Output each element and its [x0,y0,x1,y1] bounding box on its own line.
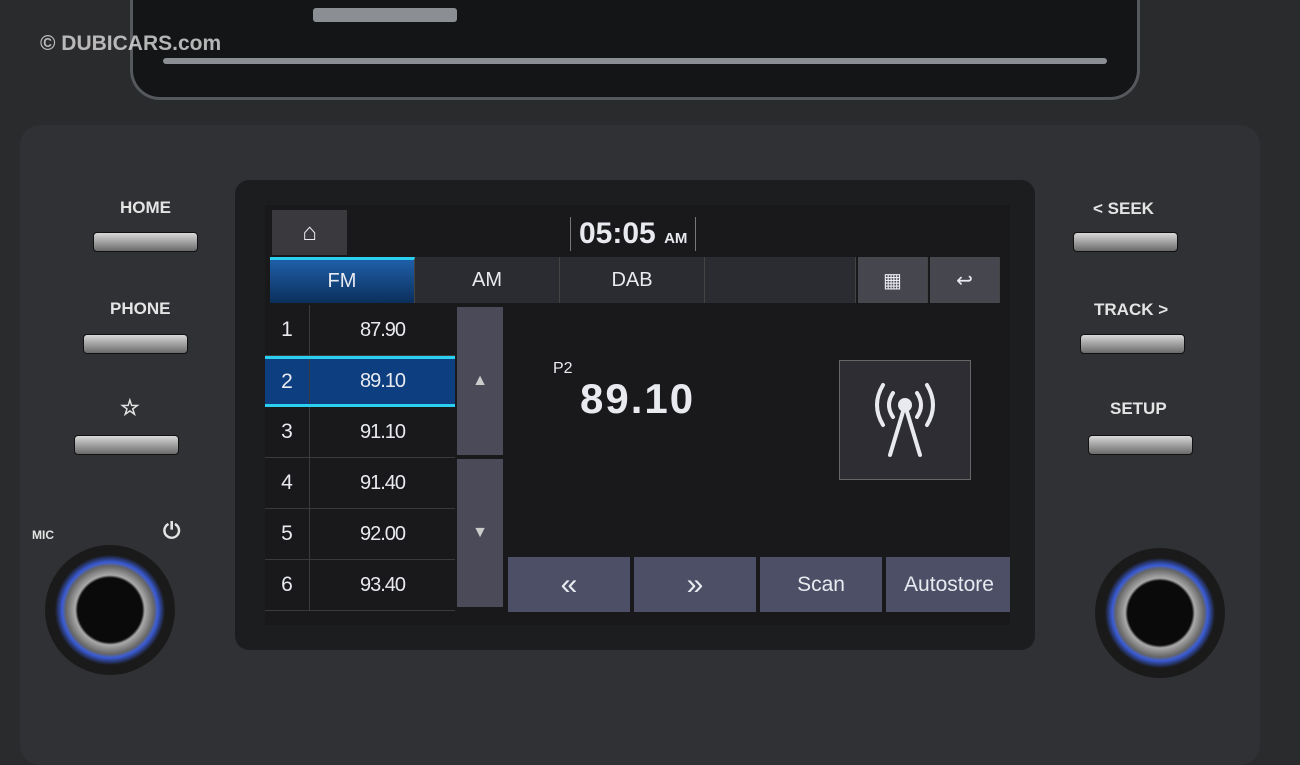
preset-frequency: 87.90 [359,318,406,341]
star-icon: ☆ [120,395,140,420]
radio-screen: ⌂ 05:05 AM FM AM DAB ▦ ↩ 1 87.90 2 89.10 3… [265,205,1010,625]
mic-label: MIC [32,528,54,542]
clock-time: 05:05 [579,217,656,250]
home-label: HOME [120,198,171,217]
preset-item[interactable]: 6 93.40 [265,560,455,611]
preset-number: 2 [265,359,310,404]
tab-am[interactable]: AM [415,257,560,303]
watermark: © DUBICARS.com [40,32,222,55]
seek-label: < SEEK [1093,199,1154,218]
tab-fm[interactable]: FM [270,257,415,303]
preset-frequency: 91.10 [359,420,406,443]
phone-hard-button[interactable] [83,334,188,354]
current-frequency: 89.10 [580,375,696,422]
preset-item[interactable]: 5 92.00 [265,509,455,560]
preset-number: 4 [265,458,310,508]
home-hard-button[interactable] [93,232,198,252]
favorite-hard-button[interactable] [74,435,179,455]
volume-knob[interactable] [45,545,175,675]
preset-label: P2 [553,360,573,377]
home-icon[interactable]: ⌂ [272,210,347,255]
autostore-button[interactable]: Autostore [886,557,1010,612]
scroll-down-button[interactable]: ▼ [457,459,503,607]
preset-number: 6 [265,560,310,610]
setup-hard-button[interactable] [1088,435,1193,455]
preset-frequency: 92.00 [359,522,406,545]
preset-item[interactable]: 1 87.90 [265,305,455,356]
tab-dab[interactable]: DAB [560,257,705,303]
antenna-icon [839,360,971,480]
preset-frequency: 91.40 [359,471,406,494]
track-hard-button[interactable] [1080,334,1185,354]
preset-frequency: 89.10 [359,370,406,392]
preset-frequency: 93.40 [359,573,406,596]
clock: 05:05 AM [570,217,697,251]
preset-list: 1 87.90 2 89.10 3 91.10 4 91.40 5 92.00 6 93.4… [265,305,455,611]
grid-menu-icon[interactable]: ▦ [858,257,928,303]
preset-number: 5 [265,509,310,559]
seek-back-button[interactable]: « [508,557,630,612]
power-icon: ⏻ [163,518,181,543]
tab-spacer [705,257,856,303]
scan-button[interactable]: Scan [760,557,882,612]
preset-item[interactable]: 3 91.10 [265,407,455,458]
tune-knob[interactable] [1095,548,1225,678]
seek-forward-button[interactable]: » [634,557,756,612]
preset-item-selected[interactable]: 2 89.10 [265,356,455,407]
phone-label: PHONE [110,299,171,318]
setup-label: SETUP [1110,399,1167,418]
clock-ampm: AM [664,230,688,247]
air-vent [130,0,1140,100]
preset-number: 1 [265,305,310,355]
back-icon[interactable]: ↩ [930,257,1000,303]
preset-item[interactable]: 4 91.40 [265,458,455,509]
track-label: TRACK > [1094,300,1169,319]
seek-hard-button[interactable] [1073,232,1178,252]
preset-number: 3 [265,407,310,457]
preset-scrollbar[interactable]: ▲ ▼ [457,307,503,611]
scroll-up-button[interactable]: ▲ [457,307,503,455]
